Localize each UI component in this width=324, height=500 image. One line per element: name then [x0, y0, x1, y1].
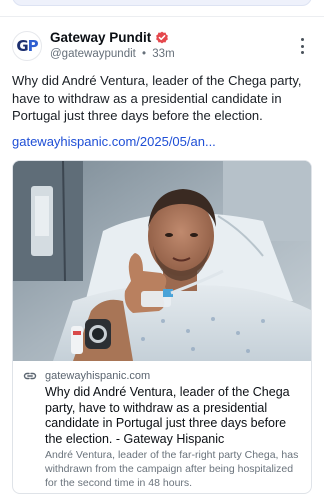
- card-title[interactable]: Why did André Ventura, leader of the Che…: [45, 385, 303, 447]
- display-name[interactable]: Gateway Pundit: [50, 30, 151, 45]
- more-options-icon[interactable]: [292, 35, 312, 57]
- verified-badge-icon: [155, 31, 169, 45]
- previous-post-edge: [12, 0, 312, 6]
- post[interactable]: GP Gateway Pundit @gatewaypundit • 33m W…: [0, 17, 324, 500]
- card-domain: gatewayhispanic.com: [45, 370, 151, 382]
- handle-row: @gatewaypundit • 33m: [50, 48, 175, 60]
- author-name-row: Gateway Pundit: [50, 30, 169, 45]
- card-body: gatewayhispanic.com Why did André Ventur…: [13, 361, 311, 490]
- post-text: Why did André Ventura, leader of the Che…: [12, 73, 302, 123]
- card-description: André Ventura, leader of the far-right p…: [45, 449, 299, 489]
- separator: •: [142, 48, 147, 60]
- post-header: GP Gateway Pundit @gatewaypundit • 33m: [12, 29, 312, 65]
- link-preview-card[interactable]: gatewayhispanic.com Why did André Ventur…: [12, 160, 312, 494]
- card-domain-row: gatewayhispanic.com: [23, 369, 303, 383]
- avatar-logo: GP: [16, 37, 38, 55]
- post-link[interactable]: gatewayhispanic.com/2025/05/an...: [12, 134, 216, 149]
- timestamp[interactable]: 33m: [152, 48, 174, 60]
- link-icon: [23, 369, 37, 383]
- handle[interactable]: @gatewaypundit: [50, 48, 136, 60]
- avatar[interactable]: GP: [12, 31, 42, 61]
- card-image[interactable]: [13, 161, 311, 361]
